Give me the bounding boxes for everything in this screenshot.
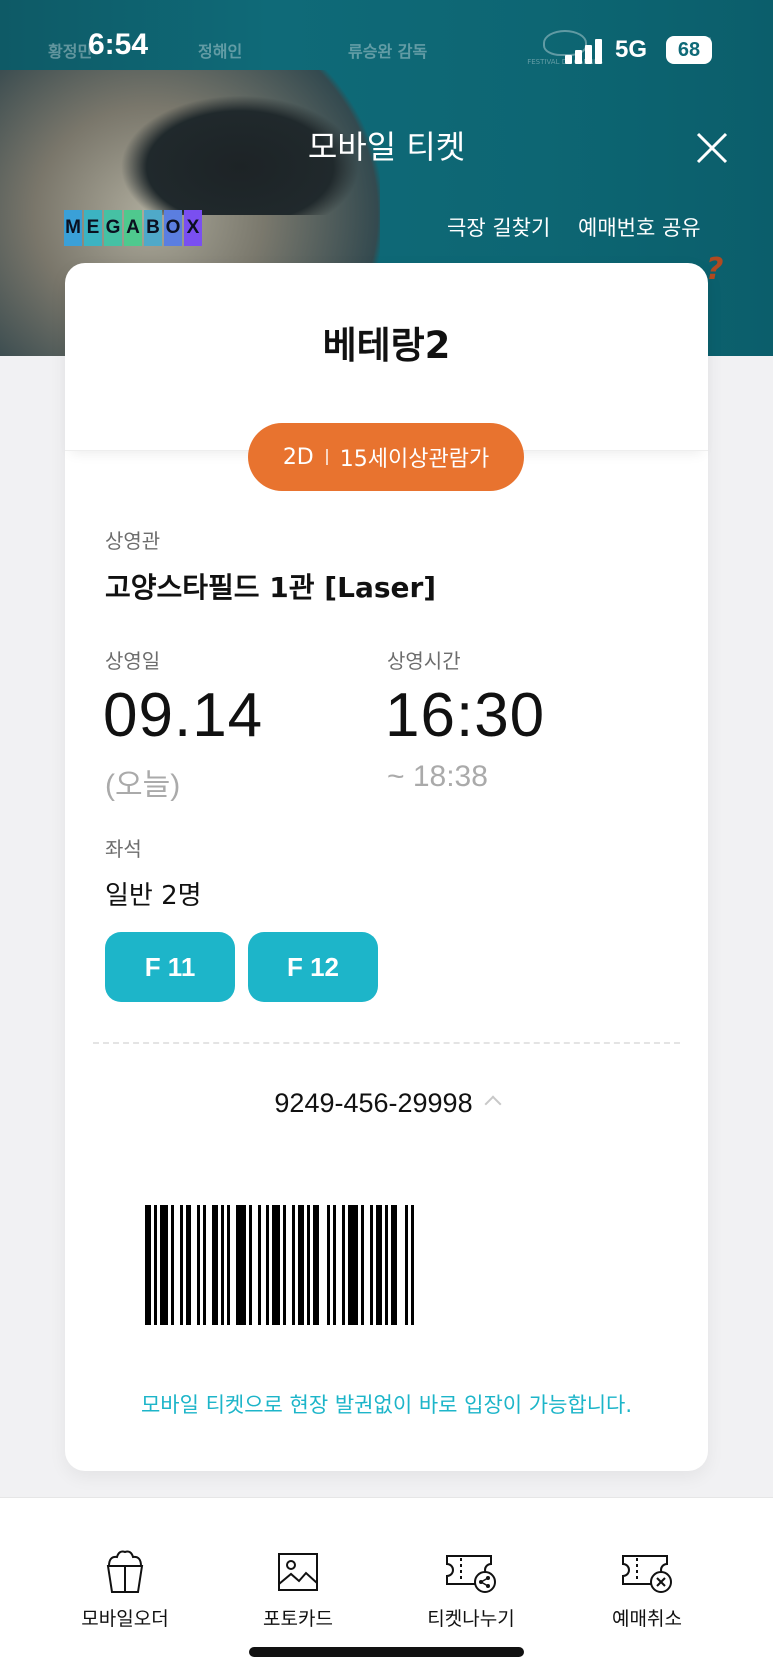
page-title: 모바일 티켓 (307, 128, 466, 166)
logo-letter: B (144, 210, 162, 246)
logo-letter: O (164, 210, 182, 246)
battery-icon: 68 (666, 36, 712, 64)
booking-number-toggle[interactable]: 9249-456-29998 (65, 1088, 708, 1119)
format-label: 2D (282, 444, 314, 470)
logo-letter: X (184, 210, 202, 246)
seat-label: 좌석 (105, 837, 142, 861)
poster-brush-mark: ? (706, 252, 724, 287)
seat-chip: F 12 (248, 932, 378, 1002)
time-end: ~ 18:38 (387, 760, 488, 793)
ticket-share-icon (446, 1555, 496, 1593)
badge-separator (325, 449, 328, 465)
ticket-card: 베테랑2 2D 15세이상관람가 상영관 고양스타필드 1관 [Laser] 상… (65, 263, 708, 1471)
mobile-order-button[interactable]: 모바일오더 (30, 1548, 220, 1631)
date-label: 상영일 (105, 649, 161, 673)
share-ticket-button[interactable]: 티켓나누기 (376, 1548, 566, 1631)
time-value: 16:30 (385, 681, 546, 750)
mobile-order-label: 모바일오더 (81, 1608, 169, 1630)
poster-credit: 류승완 감독 (348, 42, 428, 61)
theater-label: 상영관 (105, 529, 161, 553)
movie-title: 베테랑2 (322, 324, 451, 367)
theater-value: 고양스타필드 1관 [Laser] (105, 571, 437, 604)
booking-number: 9249-456-29998 (274, 1088, 473, 1118)
popcorn-icon (106, 1550, 144, 1593)
home-indicator (249, 1647, 524, 1657)
seat-count: 일반 2명 (105, 881, 202, 911)
ticket-cancel-icon (622, 1555, 672, 1593)
cancel-booking-label: 예매취소 (612, 1608, 682, 1630)
date-value: 09.14 (103, 681, 264, 750)
format-rating-badge: 2D 15세이상관람가 (248, 423, 524, 491)
status-time: 6:54 (88, 28, 149, 61)
share-ticket-label: 티켓나누기 (427, 1608, 515, 1630)
close-button[interactable] (692, 128, 732, 168)
rating-label: 15세이상관람가 (339, 447, 490, 472)
signal-icon (565, 38, 605, 64)
barcode (145, 1205, 414, 1325)
date-note: (오늘) (105, 769, 181, 802)
megabox-logo: M E G A B O X (64, 210, 202, 248)
logo-letter: A (124, 210, 142, 246)
close-icon (696, 132, 728, 164)
poster-credit: 황정민 (48, 42, 93, 61)
logo-letter: M (64, 210, 82, 246)
photo-card-label: 포토카드 (263, 1608, 333, 1630)
cancel-booking-button[interactable]: 예매취소 (552, 1548, 742, 1631)
time-label: 상영시간 (387, 649, 461, 673)
poster-credit: 정해인 (198, 42, 243, 61)
share-booking-number-link[interactable]: 예매번호 공유 (578, 212, 701, 242)
theater-directions-link[interactable]: 극장 길찾기 (447, 212, 550, 242)
dashed-divider (93, 1042, 680, 1044)
photo-card-button[interactable]: 포토카드 (203, 1548, 393, 1631)
entry-notice: 모바일 티켓으로 현장 발권없이 바로 입장이 가능합니다. (140, 1393, 633, 1417)
logo-letter: E (84, 210, 102, 246)
network-type: 5G (615, 36, 648, 63)
logo-letter: G (104, 210, 122, 246)
photo-icon (278, 1553, 318, 1591)
chevron-up-icon (484, 1095, 502, 1113)
seat-chip: F 11 (105, 932, 235, 1002)
